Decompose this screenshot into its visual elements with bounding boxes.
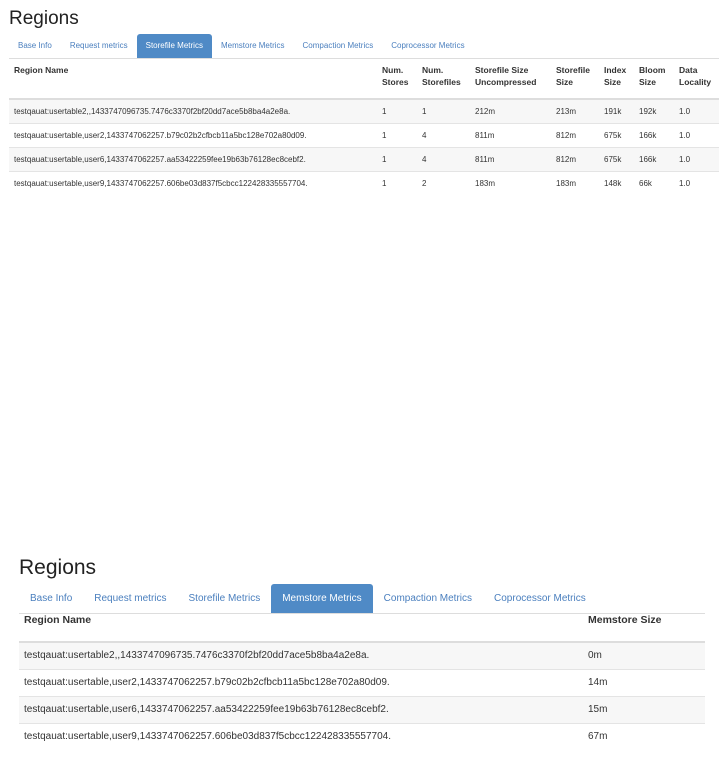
bloom-size-cell: 166k xyxy=(634,146,674,171)
tab-coprocessor-metrics[interactable]: Coprocessor Metrics xyxy=(483,584,597,613)
index-size-cell: 191k xyxy=(599,98,634,123)
index-size-cell: 148k xyxy=(599,170,634,195)
region-name-cell: testqauat:usertable2,,1433747096735.7476… xyxy=(9,98,377,123)
tab-coprocessor-metrics[interactable]: Coprocessor Metrics xyxy=(382,34,473,58)
bloom-size-cell: 66k xyxy=(634,170,674,195)
column-header-memstore-size: Memstore Size xyxy=(583,614,705,643)
tab-base-info[interactable]: Base Info xyxy=(9,34,61,58)
column-header-data-locality: Data Locality xyxy=(674,59,719,100)
regions-panel-memstore: Regions Base Info Request metrics Storef… xyxy=(19,556,705,750)
num-stores-cell: 1 xyxy=(377,170,417,195)
storefile-size-uncompressed-cell: 183m xyxy=(470,170,551,195)
tab-storefile-metrics[interactable]: Storefile Metrics xyxy=(178,584,272,613)
bloom-size-cell: 192k xyxy=(634,98,674,123)
num-storefiles-cell: 4 xyxy=(417,146,470,171)
page-title: Regions xyxy=(19,556,97,579)
bloom-size-cell: 166k xyxy=(634,122,674,147)
region-name-cell: testqauat:usertable2,,1433747096735.7476… xyxy=(19,641,583,669)
column-header-storefile-size: Storefile Size xyxy=(551,59,599,100)
data-locality-cell: 1.0 xyxy=(674,98,719,123)
memstore-size-cell: 15m xyxy=(583,695,705,723)
region-name-cell: testqauat:usertable,user6,1433747062257.… xyxy=(19,695,583,723)
tab-storefile-metrics[interactable]: Storefile Metrics xyxy=(136,34,212,58)
num-storefiles-cell: 1 xyxy=(417,98,470,123)
region-name-cell: testqauat:usertable,user9,1433747062257.… xyxy=(9,170,377,195)
storefile-size-cell: 213m xyxy=(551,98,599,123)
storefile-size-uncompressed-cell: 811m xyxy=(470,122,551,147)
storefile-metrics-table: Region Name Num. Stores Num. Storefiles St… xyxy=(9,59,719,195)
region-name-cell: testqauat:usertable,user9,1433747062257.… xyxy=(19,722,583,750)
table-row: testqauat:usertable,user9,1433747062257.… xyxy=(19,722,705,750)
table-header-row: Region Name Num. Stores Num. Storefiles St… xyxy=(9,59,719,100)
data-locality-cell: 1.0 xyxy=(674,170,719,195)
tab-bar: Base Info Request metrics Storefile Metr… xyxy=(9,34,719,59)
column-header-region-name: Region Name xyxy=(19,614,583,643)
storefile-size-cell: 183m xyxy=(551,170,599,195)
data-locality-cell: 1.0 xyxy=(674,122,719,147)
num-stores-cell: 1 xyxy=(377,98,417,123)
column-header-storefile-size-uncompressed: Storefile Size Uncompressed xyxy=(470,59,551,100)
memstore-size-cell: 0m xyxy=(583,641,705,669)
table-row: testqauat:usertable,user2,1433747062257.… xyxy=(9,122,719,147)
column-header-num-storefiles: Num. Storefiles xyxy=(417,59,470,100)
table-header-row: Region Name Memstore Size xyxy=(19,614,705,643)
tab-compaction-metrics[interactable]: Compaction Metrics xyxy=(373,584,483,613)
table-row: testqauat:usertable2,,1433747096735.7476… xyxy=(9,98,719,123)
table-row: testqauat:usertable,user6,1433747062257.… xyxy=(19,695,705,723)
region-name-cell: testqauat:usertable,user6,1433747062257.… xyxy=(9,146,377,171)
tab-compaction-metrics[interactable]: Compaction Metrics xyxy=(294,34,383,58)
column-header-bloom-size: Bloom Size xyxy=(634,59,674,100)
num-storefiles-cell: 4 xyxy=(417,122,470,147)
column-header-num-stores: Num. Stores xyxy=(377,59,417,100)
region-name-cell: testqauat:usertable,user2,1433747062257.… xyxy=(19,668,583,696)
tab-memstore-metrics[interactable]: Memstore Metrics xyxy=(271,584,373,613)
column-header-index-size: Index Size xyxy=(599,59,634,100)
storefile-size-uncompressed-cell: 811m xyxy=(470,146,551,171)
table-row: testqauat:usertable,user2,1433747062257.… xyxy=(19,668,705,696)
page-title: Regions xyxy=(9,8,79,29)
data-locality-cell: 1.0 xyxy=(674,146,719,171)
table-row: testqauat:usertable2,,1433747096735.7476… xyxy=(19,641,705,669)
tab-bar: Base Info Request metrics Storefile Metr… xyxy=(19,584,705,614)
tab-memstore-metrics[interactable]: Memstore Metrics xyxy=(212,34,294,58)
storefile-size-uncompressed-cell: 212m xyxy=(470,98,551,123)
num-storefiles-cell: 2 xyxy=(417,170,470,195)
index-size-cell: 675k xyxy=(599,146,634,171)
storefile-size-cell: 812m xyxy=(551,146,599,171)
memstore-size-cell: 14m xyxy=(583,668,705,696)
region-name-cell: testqauat:usertable,user2,1433747062257.… xyxy=(9,122,377,147)
table-row: testqauat:usertable,user9,1433747062257.… xyxy=(9,170,719,195)
tab-request-metrics[interactable]: Request metrics xyxy=(61,34,137,58)
column-header-region-name: Region Name xyxy=(9,59,377,100)
table-row: testqauat:usertable,user6,1433747062257.… xyxy=(9,146,719,171)
num-stores-cell: 1 xyxy=(377,146,417,171)
memstore-metrics-table: Region Name Memstore Size testqauat:user… xyxy=(19,614,705,750)
num-stores-cell: 1 xyxy=(377,122,417,147)
index-size-cell: 675k xyxy=(599,122,634,147)
memstore-size-cell: 67m xyxy=(583,722,705,750)
tab-base-info[interactable]: Base Info xyxy=(19,584,83,613)
storefile-size-cell: 812m xyxy=(551,122,599,147)
tab-request-metrics[interactable]: Request metrics xyxy=(83,584,177,613)
regions-panel-storefile: Regions Base Info Request metrics Storef… xyxy=(9,8,719,195)
